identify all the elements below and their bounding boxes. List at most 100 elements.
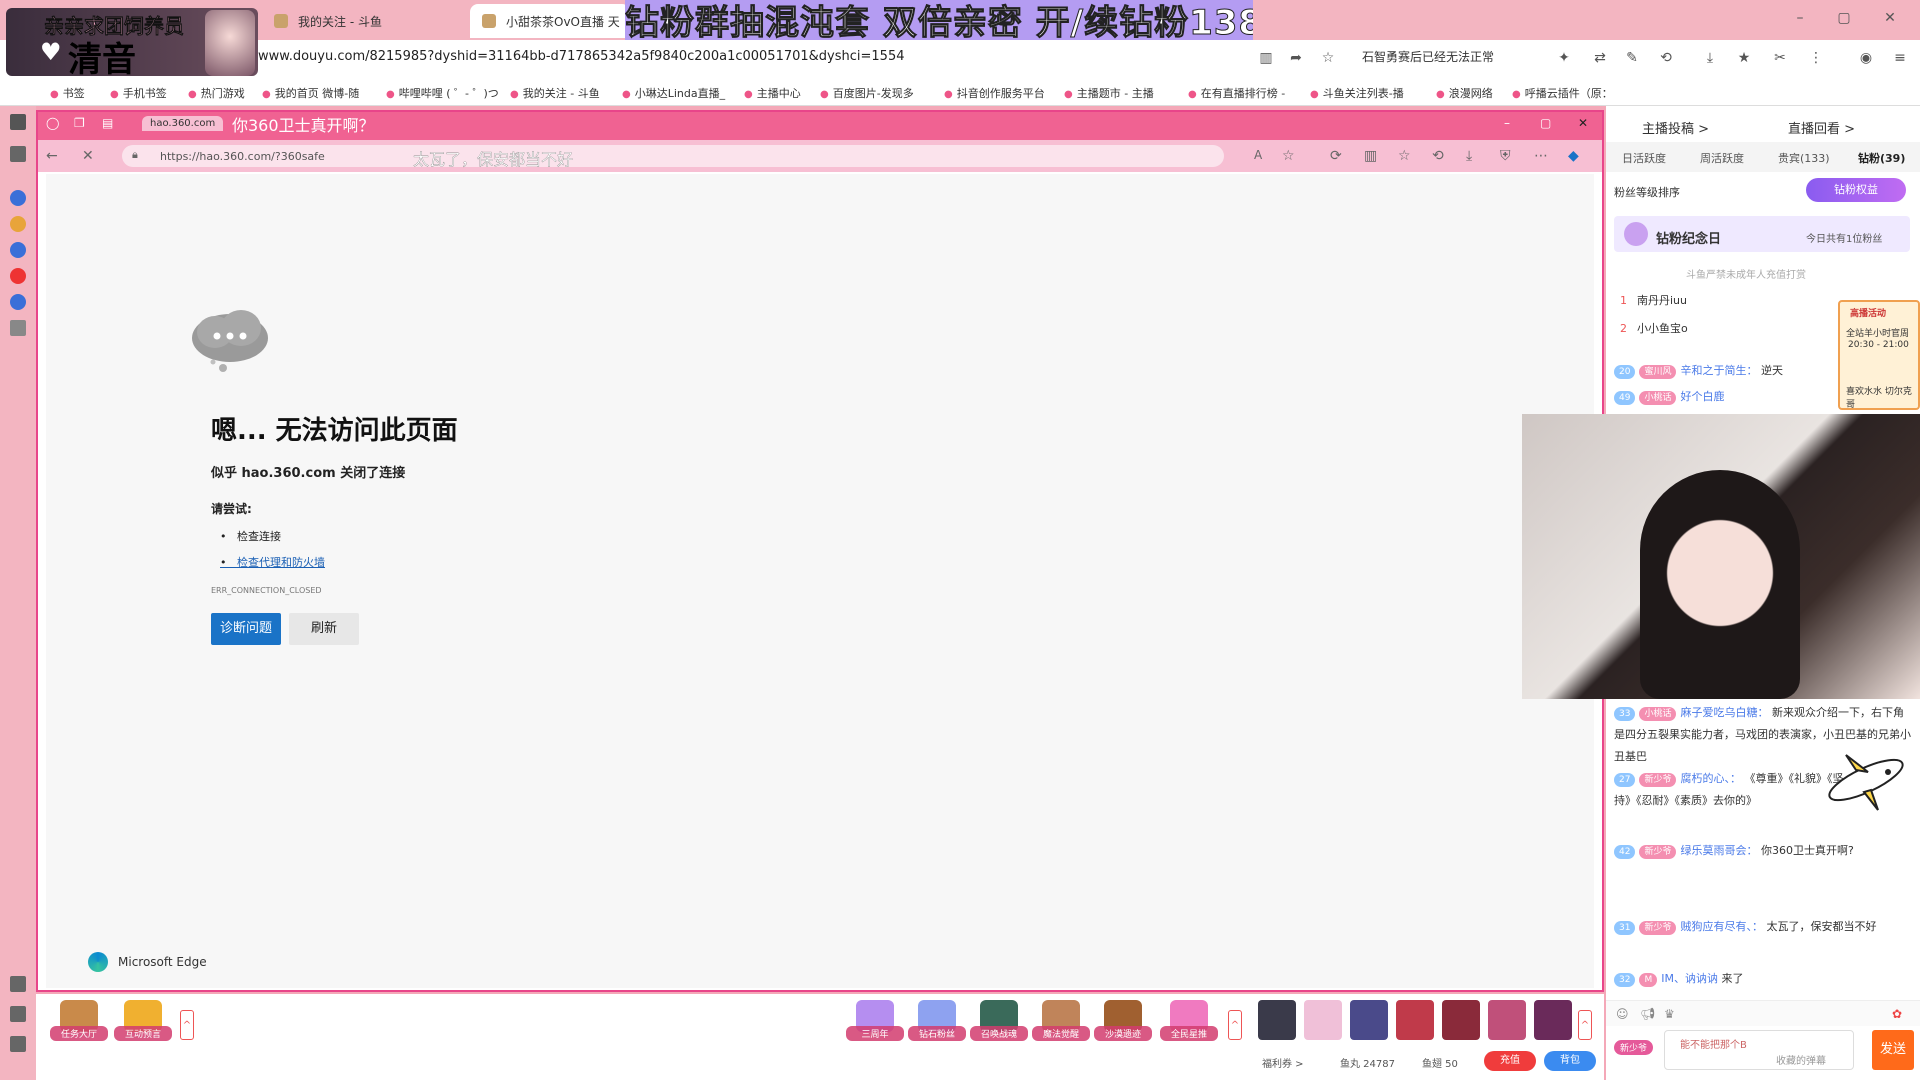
subtab-daily[interactable]: 日活跃度 [1622,150,1666,166]
extension-icon[interactable]: ✦ [1554,48,1574,68]
bookmark-item[interactable]: 手机书签 [110,85,167,101]
download-icon[interactable]: ⤓ [1466,148,1472,164]
shield-icon[interactable]: ⛨ [1500,148,1511,164]
download-icon[interactable]: ⤓ [1700,48,1720,68]
bookmark-item[interactable]: 斗鱼关注列表-播 [1310,85,1404,101]
bookmark-item[interactable]: 我的关注 - 斗鱼 [510,85,600,101]
bullet-link-text[interactable]: 检查代理和防火墙 [237,556,325,569]
maximize-icon[interactable]: ▢ [1540,116,1551,130]
emoji-icon[interactable]: ☺ [1616,1007,1629,1021]
subtab-weekly[interactable]: 周活跃度 [1700,150,1744,166]
outer-url[interactable]: www.douyu.com/8215985?dyshid=31164bb-d71… [258,49,904,64]
bookmark-item[interactable]: 主播题市 - 主播 [1064,85,1154,101]
maximize-icon[interactable]: ▢ [1834,10,1854,28]
minimize-icon[interactable]: – [1790,10,1810,28]
back-icon[interactable]: ← [46,148,58,164]
history-icon[interactable]: ⟲ [1432,148,1444,164]
menu-icon[interactable]: ≡ [1890,48,1910,68]
package-item[interactable] [1534,1000,1572,1040]
bookmark-item[interactable]: 小琳达Linda直播_ [622,85,725,101]
gift-item[interactable]: 三周年 [846,1000,904,1048]
inner-url[interactable]: https://hao.360.com/?360safe [160,150,325,163]
tabs-icon[interactable]: ▤ [102,116,113,130]
expand-icon[interactable]: ^ [1228,1010,1242,1040]
bookmark-item[interactable]: 抖音创作服务平台 [944,85,1045,101]
pin-icon[interactable] [10,1036,26,1052]
tab-3-active[interactable]: 小甜茶茶OvO直播 天 [470,4,630,38]
bookmark-item[interactable]: 百度图片-发现多 [820,85,914,101]
chat-username[interactable]: IM、讷讷讷 [1661,972,1718,985]
gift-item[interactable]: 召唤战魂 [970,1000,1028,1048]
close-icon[interactable]: ✕ [1880,10,1900,28]
favorite-add-icon[interactable]: ☆ [1318,48,1338,68]
gift-item[interactable]: 全民星推 [1160,1000,1218,1048]
baidu-icon[interactable] [10,242,26,258]
fan-row[interactable]: 2 小小鱼宝o [1620,320,1688,336]
inner-tab[interactable]: hao.360.com [142,116,224,131]
bookmark-item[interactable]: 哔哩哔哩 ( ゜- ゜)つ [386,85,499,101]
refresh-icon[interactable]: ⟳ [1330,148,1342,164]
translate-icon[interactable]: ⇄ [1590,48,1610,68]
folder-icon[interactable] [10,146,26,162]
gift-item[interactable]: 沙漠遗迹 [1094,1000,1152,1048]
tab-2[interactable]: 我的关注 - 斗鱼 [262,4,462,38]
bookmark-item[interactable]: 我的首页 微博-随 [262,85,359,101]
horn-icon[interactable]: 📢︎ [1640,1007,1655,1021]
send-button[interactable]: 发送 [1872,1030,1914,1070]
copilot-icon[interactable]: ◆ [1568,148,1579,164]
scissors-icon[interactable]: ✂ [1770,48,1790,68]
chat-username[interactable]: 绿乐莫雨哥会： [1680,844,1757,857]
welfare-link[interactable]: 福利券 > [1262,1055,1304,1070]
favorite-add-icon[interactable]: ☆ [1282,148,1295,164]
fan-row[interactable]: 1 南丹丹iuu [1620,292,1687,308]
prediction-button[interactable]: 互动预言 [114,1000,172,1048]
screen-icon[interactable] [10,976,26,992]
bookmark-item[interactable]: 书签 [50,85,85,101]
package-item[interactable] [1442,1000,1480,1040]
chat-username[interactable]: 贼狗应有尽有、： [1680,920,1763,933]
expand-icon[interactable]: ^ [1578,1010,1592,1040]
minimize-icon[interactable]: – [1504,116,1510,130]
bookmark-item[interactable]: 浪漫网络 [1436,85,1493,101]
collections-icon[interactable]: ❐ [74,116,85,130]
subtab-vip[interactable]: 贵宾(133) [1778,150,1830,166]
package-item[interactable] [1304,1000,1342,1040]
expand-icon[interactable]: ^ [180,1010,194,1040]
refresh-button[interactable]: 刷新 [289,613,359,645]
chat-username[interactable]: 辛和之于简生： [1680,364,1757,377]
diagnose-button[interactable]: 诊断问题 [211,613,281,645]
package-item[interactable] [1396,1000,1434,1040]
more-icon[interactable]: ⋯ [1534,148,1548,164]
share-icon[interactable]: ➦ [1286,48,1306,68]
bookmark-item[interactable]: 呼播云插件（原： [1512,85,1613,101]
favorites-icon[interactable]: ★ [1734,48,1754,68]
recharge-button[interactable]: 充值 [1484,1051,1536,1071]
history-icon[interactable]: ⟲ [1656,48,1676,68]
task-hall-button[interactable]: 任务大厅 [50,1000,108,1048]
diamond-rights-button[interactable]: 钻粉权益 [1806,178,1906,202]
subtab-diamond[interactable]: 钻粉(39) [1858,150,1905,166]
browser-app-icon[interactable] [10,216,26,232]
tab-streamer-posts[interactable]: 主播投稿 > [1642,118,1709,137]
package-item[interactable] [1488,1000,1526,1040]
chat-username[interactable]: 腐朽的心、： [1680,772,1741,785]
read-aloud-icon[interactable]: A [1254,148,1262,162]
gift-item[interactable]: 钻石粉丝 [908,1000,966,1048]
edit-icon[interactable]: ✎ [1622,48,1642,68]
close-icon[interactable]: ✕ [1578,116,1588,130]
profile-icon[interactable]: ◉ [1856,48,1876,68]
proxy-link[interactable]: • 检查代理和防火墙 [220,554,325,570]
rank-sort-label[interactable]: 粉丝等级排序 [1614,184,1680,200]
news-ticker[interactable]: 石智勇赛后已经无法正常 [1362,48,1494,65]
briefcase-icon[interactable] [10,1006,26,1022]
reader-icon[interactable]: ▥ [1256,48,1276,68]
saved-danmu-link[interactable]: 收藏的弹幕 [1776,1052,1826,1067]
split-icon[interactable]: ▥ [1364,148,1377,164]
bookmark-item[interactable]: 主播中心 [744,85,801,101]
video-app-icon[interactable] [10,268,26,284]
search-app-icon[interactable] [10,190,26,206]
bookmark-item[interactable]: 在有直播排行榜 - [1188,85,1285,101]
favorites-icon[interactable]: ☆ [1398,148,1411,164]
more-icon[interactable]: ⋮ [1806,48,1826,68]
gift-item[interactable]: 魔法觉醒 [1032,1000,1090,1048]
